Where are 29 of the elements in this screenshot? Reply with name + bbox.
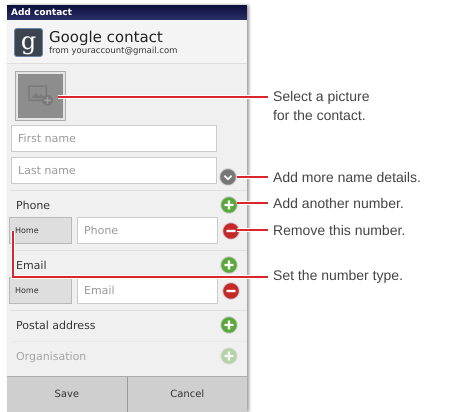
section-label: Organisation: [16, 350, 86, 362]
callout-text: Select a picture for the contact.: [273, 87, 370, 125]
account-email: from youraccount@gmail.com: [49, 46, 178, 56]
photo-button[interactable]: [16, 72, 65, 120]
section-label: Email: [16, 258, 47, 272]
leader-line: [237, 201, 268, 205]
leader-line: [237, 175, 268, 179]
image-add-icon: [28, 85, 54, 107]
text-field[interactable]: First name: [11, 125, 217, 152]
window-title: Add contact: [11, 8, 72, 18]
account-logo: g: [14, 28, 43, 57]
section-label: Phone: [16, 198, 50, 212]
type-button[interactable]: Home: [9, 217, 72, 244]
text-field[interactable]: Email: [77, 277, 218, 304]
remove-icon[interactable]: [222, 282, 240, 300]
text-field[interactable]: Phone: [77, 217, 218, 244]
expand-icon[interactable]: [219, 168, 237, 186]
account-name: Google contact: [49, 29, 164, 46]
callout-text: Remove this number.: [273, 221, 406, 240]
add-icon[interactable]: [220, 256, 238, 274]
callout-text: Add another number.: [273, 194, 404, 213]
callout-text: Set the number type.: [273, 266, 403, 285]
add-icon[interactable]: [220, 196, 238, 214]
remove-icon[interactable]: [222, 222, 240, 240]
callout-text: Add more name details.: [273, 168, 421, 187]
section-label: Postal address: [16, 318, 96, 332]
add-icon[interactable]: [220, 316, 238, 334]
type-button[interactable]: Home: [9, 277, 72, 304]
text-field[interactable]: Last name: [11, 157, 217, 184]
